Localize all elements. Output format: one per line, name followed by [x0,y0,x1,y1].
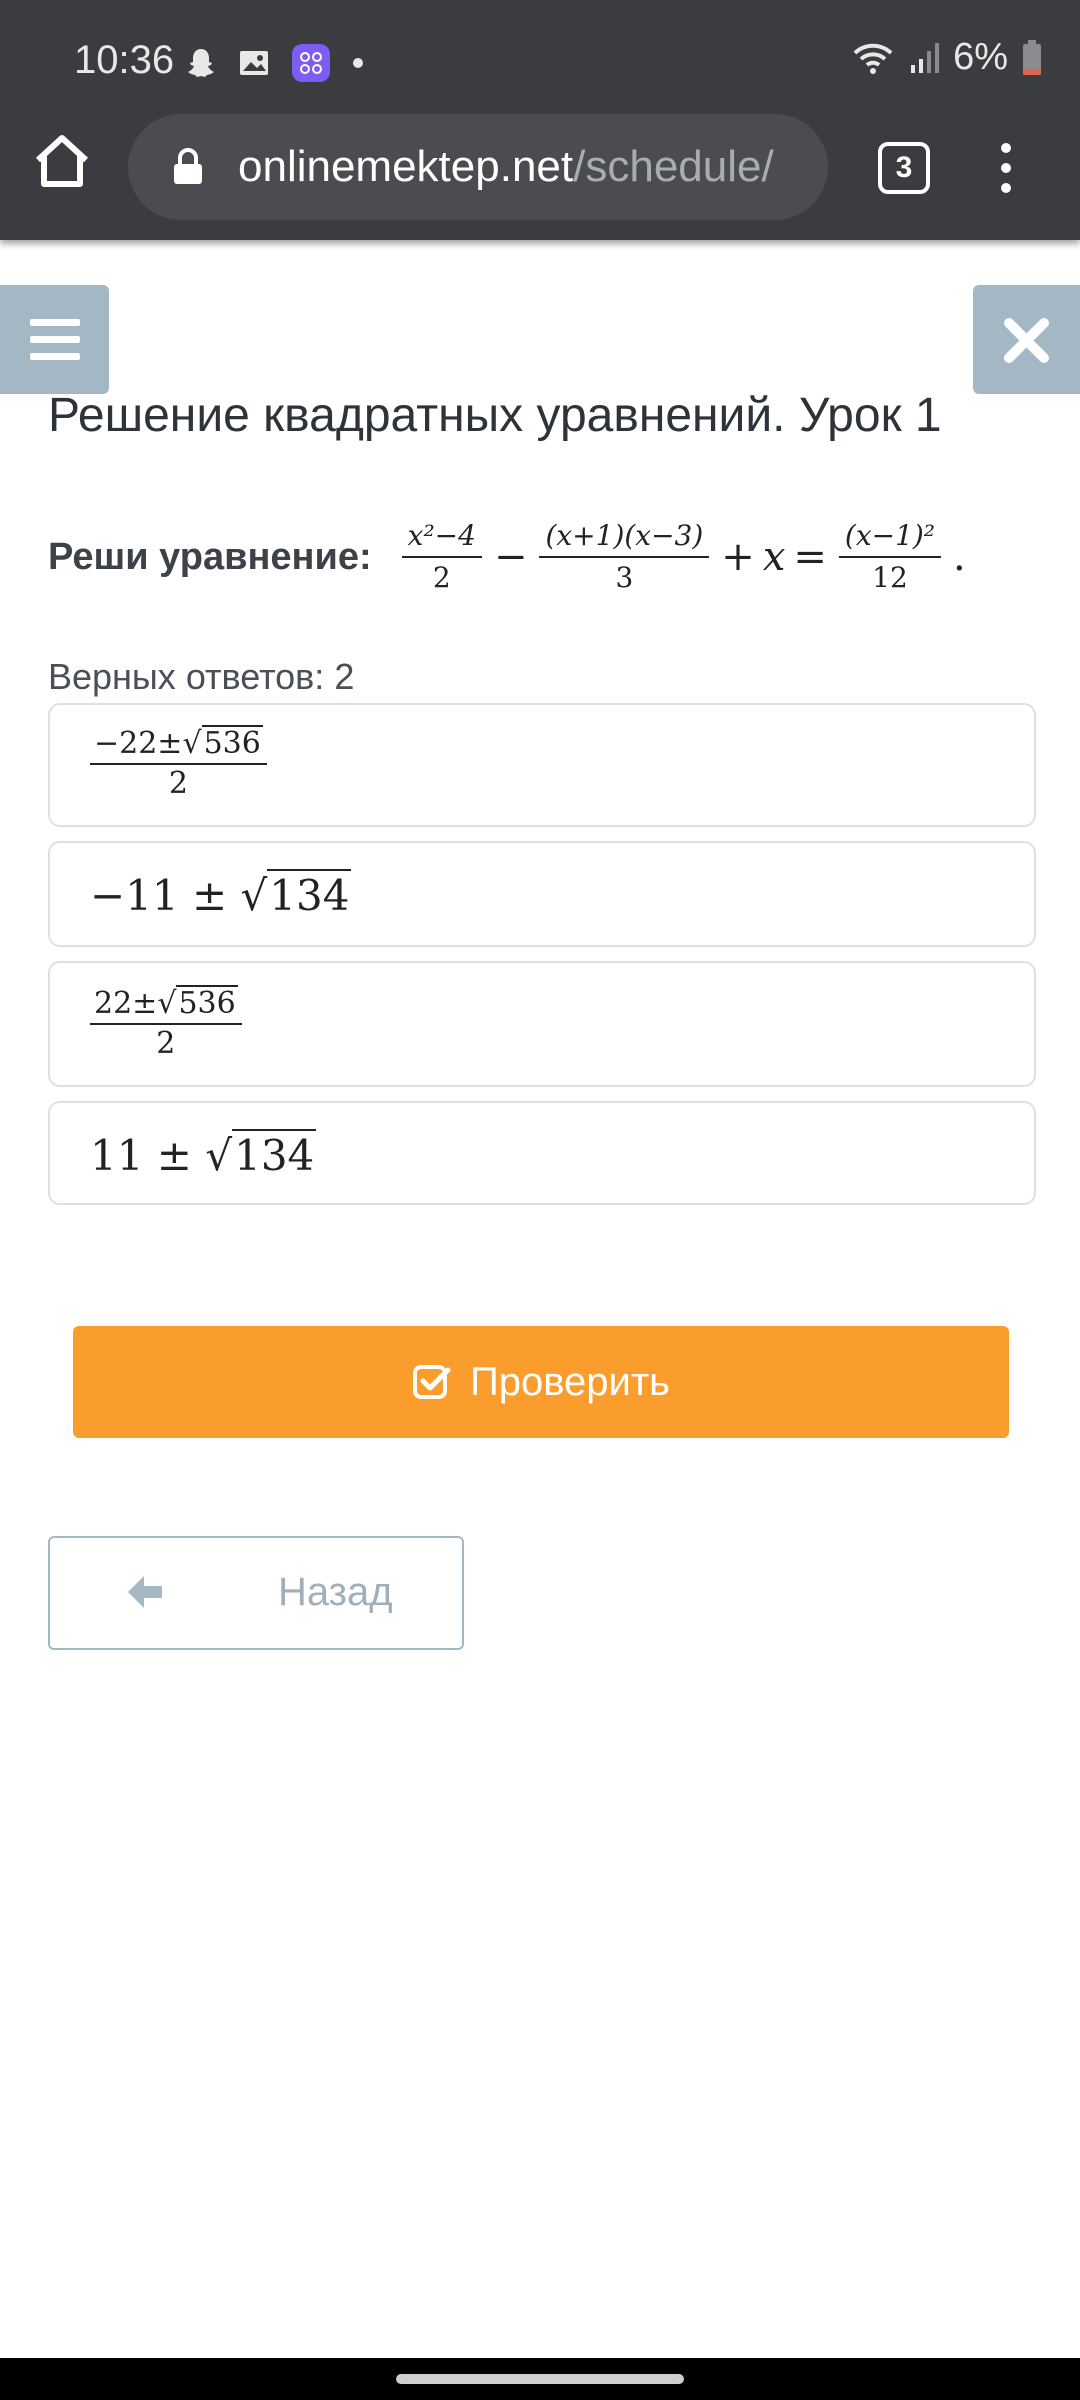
tab-switcher-button[interactable]: 3 [878,142,930,194]
answer-option-1[interactable]: −22± √ 536 2 [48,703,1036,827]
app-icon [292,44,330,82]
sqrt-symbol: √ 536 [182,725,263,761]
answer-option-2[interactable]: −11 ± √ 134 [48,841,1036,947]
answer-2-radicand: 134 [267,869,352,920]
wifi-icon [853,43,893,74]
equation-equals: = [793,534,827,580]
back-button[interactable]: Назад [48,1536,464,1650]
answers-count: Верных ответов: 2 [48,656,355,697]
sqrt-symbol: √ 134 [240,869,352,920]
check-button-label: Проверить [469,1359,671,1404]
system-icons: 6% [851,36,1042,79]
status-time: 10:36 [74,38,175,82]
battery-icon [1023,39,1041,75]
page-title: Решение квадратных уравнений. Урок 1 [48,389,942,442]
equation-end: . [953,534,966,580]
url-text: onlinemektep.net/schedule/ [238,142,774,192]
back-button-label: Назад [278,1570,393,1614]
url-domain: onlinemektep.net [238,142,574,191]
url-path: /schedule/ [573,142,774,191]
frac1-num: x²−4 [401,520,482,558]
system-navigation-bar [0,2358,1080,2400]
answer-1-radicand: 536 [201,725,263,761]
frac1-den: 2 [432,561,451,594]
answer-2-prefix: −11 ± [90,871,241,920]
arrow-left-icon [128,1576,162,1608]
answer-3-radicand: 536 [176,985,238,1021]
answer-option-3[interactable]: 22± √ 536 2 [48,961,1036,1087]
sqrt-symbol: √ 536 [157,985,238,1021]
answer-3-denominator: 2 [156,1026,176,1061]
dot-icon [353,58,363,68]
close-icon [1004,318,1049,363]
sqrt-symbol: √ 134 [205,1129,317,1180]
signal-icon [911,42,940,73]
equation-var: x [762,534,786,580]
answer-4-radicand: 134 [232,1129,317,1180]
question-label: Реши уравнение: [48,535,372,578]
check-button[interactable]: Проверить [73,1326,1009,1438]
browser-toolbar: onlinemektep.net/schedule/ 3 [0,96,1080,240]
checkbox-check-icon [412,1365,451,1399]
hamburger-icon [30,319,80,360]
frac3-den: 12 [872,561,908,594]
more-menu-icon[interactable] [992,140,1020,196]
answer-4-prefix: 11 ± [90,1131,206,1180]
menu-button[interactable] [0,285,109,394]
lock-icon [174,148,202,184]
equation-op-2: + [721,534,755,580]
frac2-den: 3 [615,561,634,594]
frac2-num: (x+1)(x−3) [539,520,710,558]
address-bar[interactable]: onlinemektep.net/schedule/ [128,114,828,220]
equation-fraction-3: (x−1)² 12 [838,520,942,594]
equation-fraction-1: x²−4 2 [401,520,482,594]
answer-1-denominator: 2 [168,766,188,801]
answer-option-4[interactable]: 11 ± √ 134 [48,1101,1036,1205]
notification-icons [186,44,364,82]
answer-3-numerator: 22± √ 536 [90,985,242,1025]
equation-op-1: − [493,534,528,580]
home-gesture-handle[interactable] [396,2374,684,2384]
answer-3-fraction: 22± √ 536 2 [90,985,242,1061]
close-button[interactable] [973,285,1080,394]
battery-percent: 6% [953,36,1008,78]
equation-fraction-2: (x+1)(x−3) 3 [539,520,710,594]
snapchat-icon [188,49,214,77]
answer-1-numerator: −22± √ 536 [90,725,267,765]
equation: x²−4 2 − (x+1)(x−3) 3 + x = (x−1)² 12 . [398,520,974,594]
gallery-icon [240,51,268,75]
answer-3-prefix: 22± [94,986,158,1021]
answer-1-fraction: −22± √ 536 2 [90,725,267,801]
frac3-num: (x−1)² [838,520,942,558]
answer-1-prefix: −22± [94,726,183,761]
question: Реши уравнение: x²−4 2 − (x+1)(x−3) 3 + x … [48,520,974,594]
home-icon[interactable] [30,128,94,192]
